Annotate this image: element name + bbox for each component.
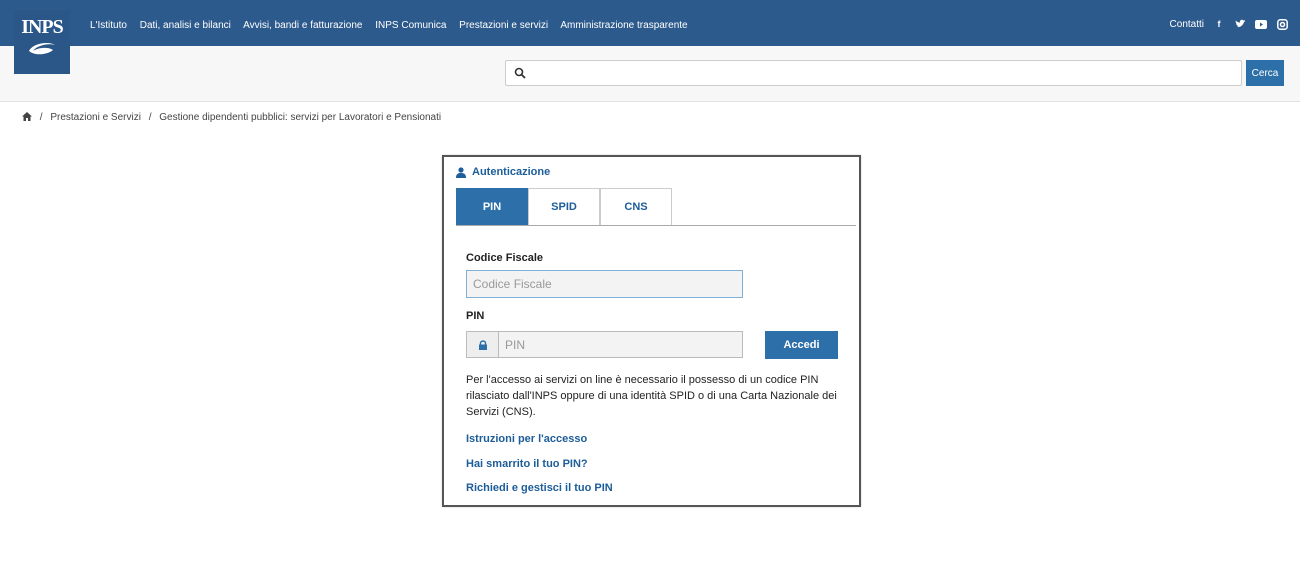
nav-item-prestazioni[interactable]: Prestazioni e servizi: [459, 20, 548, 31]
link-richiedi-pin[interactable]: Richiedi e gestisci il tuo PIN: [466, 482, 613, 494]
home-icon[interactable]: [22, 112, 35, 123]
auth-tabs: PIN SPID CNS: [456, 188, 856, 226]
auth-panel: Autenticazione PIN SPID CNS Codice Fisca…: [442, 155, 861, 507]
codice-fiscale-placeholder: Codice Fiscale: [473, 277, 552, 291]
breadcrumb-separator: /: [39, 112, 43, 123]
nav-item-trasparente[interactable]: Amministrazione trasparente: [560, 20, 687, 31]
breadcrumb-item-gestione[interactable]: Gestione dipendenti pubblici: servizi pe…: [159, 112, 441, 123]
link-smarrito-pin[interactable]: Hai smarrito il tuo PIN?: [466, 458, 588, 470]
inps-logo[interactable]: INPS: [14, 10, 70, 74]
search-button[interactable]: Cerca: [1246, 60, 1284, 86]
codice-fiscale-label: Codice Fiscale: [466, 252, 544, 264]
auth-title: Autenticazione: [472, 166, 551, 178]
top-bar: L'Istituto Dati, analisi e bilanci Avvis…: [0, 0, 1300, 46]
main-nav: L'Istituto Dati, analisi e bilanci Avvis…: [90, 20, 698, 31]
contacts-link[interactable]: Contatti: [1170, 19, 1204, 30]
nav-item-dati[interactable]: Dati, analisi e bilanci: [140, 20, 231, 31]
tab-spid[interactable]: SPID: [528, 188, 600, 225]
pin-label: PIN: [466, 310, 485, 322]
nav-item-istituto[interactable]: L'Istituto: [90, 20, 127, 31]
tab-cns[interactable]: CNS: [600, 188, 672, 225]
header-right: Contatti f: [1170, 18, 1288, 30]
nav-item-avvisi[interactable]: Avvisi, bandi e fatturazione: [243, 20, 362, 31]
lock-icon: [478, 339, 487, 350]
codice-fiscale-field[interactable]: Codice Fiscale: [466, 270, 743, 298]
breadcrumb-separator: /: [148, 112, 152, 123]
pin-placeholder: PIN: [505, 337, 526, 352]
logo-swoosh-icon: [29, 43, 55, 55]
nav-item-comunica[interactable]: INPS Comunica: [375, 20, 446, 31]
instagram-icon[interactable]: [1276, 18, 1288, 30]
auth-info-text: Per l'accesso ai servizi on line è neces…: [466, 374, 837, 418]
twitter-icon[interactable]: [1234, 18, 1246, 30]
lock-icon-addon: [466, 331, 498, 358]
pin-field[interactable]: PIN: [498, 331, 743, 358]
auth-header: Autenticazione: [456, 166, 550, 178]
youtube-icon[interactable]: [1255, 18, 1267, 30]
breadcrumb-item-prestazioni[interactable]: Prestazioni e Servizi: [50, 112, 141, 123]
accedi-button[interactable]: Accedi: [765, 331, 838, 359]
tab-pin[interactable]: PIN: [456, 188, 528, 225]
user-icon: [456, 166, 466, 178]
search-input[interactable]: [505, 60, 1242, 86]
logo-text: INPS: [21, 16, 64, 38]
breadcrumb: / Prestazioni e Servizi / Gestione dipen…: [22, 112, 441, 123]
search-icon: [514, 67, 526, 79]
facebook-icon[interactable]: f: [1213, 18, 1225, 30]
link-istruzioni[interactable]: Istruzioni per l'accesso: [466, 433, 587, 445]
